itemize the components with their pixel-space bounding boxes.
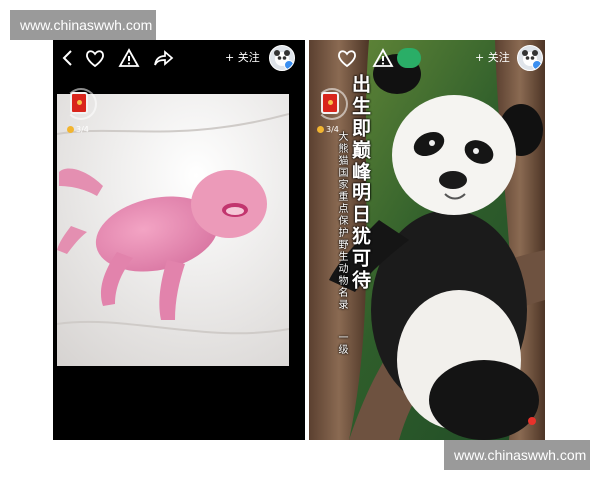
coin-icon — [317, 126, 324, 133]
verified-badge — [284, 60, 294, 70]
cub-photo — [57, 94, 289, 366]
coin-icon — [67, 126, 74, 133]
left-top-bar: + 关注 — [53, 40, 305, 76]
follow-button[interactable]: + 关注 — [475, 49, 510, 67]
follow-button[interactable]: + 关注 — [225, 49, 260, 67]
warning-icon[interactable] — [371, 46, 395, 70]
watermark-top: www.chinaswwh.com — [10, 10, 156, 40]
newborn-panda-image — [57, 94, 289, 366]
left-video-panel[interactable]: + 关注 3/4 — [53, 40, 305, 440]
warning-icon[interactable] — [117, 46, 141, 70]
red-packet-icon[interactable] — [70, 92, 88, 114]
wechat-icon[interactable] — [397, 48, 421, 68]
red-packet-icon[interactable] — [321, 92, 339, 114]
share-icon[interactable] — [151, 46, 175, 70]
avatar[interactable] — [269, 45, 295, 71]
subtitle-line-1: 大熊猫国家重点保护野生动物名录 — [336, 131, 347, 311]
heart-icon[interactable] — [83, 46, 107, 70]
verified-badge — [532, 60, 542, 70]
counter: 3/4 — [67, 125, 89, 134]
watermark-bottom: www.chinaswwh.com — [444, 440, 590, 470]
headline-line-2: 明日犹可待 — [349, 182, 371, 292]
back-icon[interactable] — [57, 46, 81, 70]
heart-icon[interactable] — [335, 46, 359, 70]
right-video-panel[interactable]: + 关注 3/4 出生即巅峰 明日犹可待 大熊猫国家重点保护野生动物名录 一级 — [309, 40, 545, 440]
avatar[interactable] — [517, 45, 543, 71]
subtitle-line-2: 一级 — [336, 332, 347, 356]
headline-line-1: 出生即巅峰 — [349, 74, 371, 184]
record-dot — [528, 417, 536, 425]
right-top-bar: + 关注 — [309, 40, 545, 76]
